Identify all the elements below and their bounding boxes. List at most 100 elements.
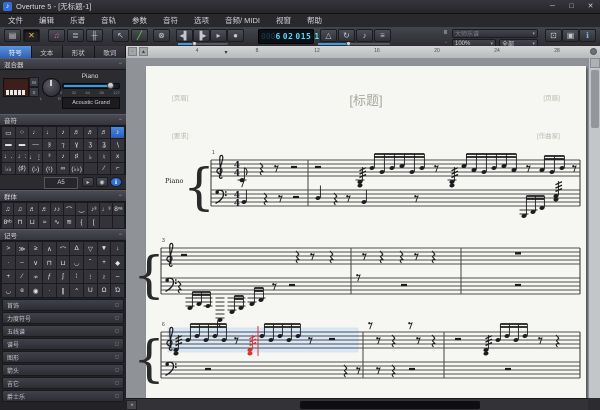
sign-cell[interactable]: Ω bbox=[97, 284, 111, 297]
group-cell[interactable]: ♫ bbox=[14, 203, 26, 215]
note-cell[interactable]: ▬ bbox=[15, 139, 29, 150]
pencil-tool-button[interactable]: ╱ bbox=[131, 29, 148, 42]
step-back-button[interactable]: ◂▌ bbox=[176, 29, 193, 42]
expand-icon[interactable]: ◻ bbox=[115, 328, 119, 334]
ruler-button-1[interactable]: ▲ bbox=[139, 47, 148, 56]
pan-knob[interactable] bbox=[42, 78, 61, 97]
sign-cell[interactable]: – bbox=[15, 256, 29, 269]
sign-cell[interactable]: Ώ bbox=[111, 284, 124, 297]
note-cell[interactable]: ♩: bbox=[15, 151, 29, 162]
group-cell[interactable] bbox=[112, 216, 124, 228]
note-cell[interactable]: ♪ bbox=[56, 151, 70, 162]
note-cell[interactable]: ∖ bbox=[111, 139, 124, 150]
sign-cell[interactable]: ⁝ bbox=[84, 270, 97, 283]
group-cell[interactable]: ≋ bbox=[63, 216, 75, 228]
sign-cell[interactable]: ˘ bbox=[84, 256, 97, 269]
menu-文件[interactable]: 文件 bbox=[0, 14, 31, 27]
sign-cell[interactable]: ƒ bbox=[43, 270, 56, 283]
volume-slider[interactable] bbox=[62, 82, 120, 89]
position-slider[interactable] bbox=[318, 41, 390, 46]
sign-cell[interactable]: ∆ bbox=[70, 242, 83, 255]
note-cell[interactable]: ∞ bbox=[56, 163, 70, 174]
sign-cell[interactable]: ≫ bbox=[15, 242, 29, 255]
expand-icon[interactable]: ◻ bbox=[115, 315, 119, 321]
sign-cell[interactable]: ∧ bbox=[43, 242, 56, 255]
copy-special-button[interactable]: ⊡ bbox=[545, 29, 562, 42]
sign-cell[interactable]: + bbox=[2, 270, 15, 283]
browser-button[interactable]: ▣ bbox=[562, 29, 579, 42]
menu-音轨[interactable]: 音轨 bbox=[93, 14, 124, 27]
page-header-left[interactable]: [页眉] bbox=[172, 92, 189, 102]
group-cell[interactable]: ≈ bbox=[38, 216, 51, 228]
groups-panel-header[interactable]: 群体 − bbox=[0, 190, 126, 202]
ruler-button-0[interactable]: ▫ bbox=[128, 47, 137, 56]
note-cell[interactable]: ♯ bbox=[70, 151, 83, 162]
sign-cell[interactable]: ∥ bbox=[56, 284, 70, 297]
collapse-icon[interactable]: − bbox=[118, 232, 122, 238]
note-cell[interactable]: ⁊ bbox=[56, 139, 70, 150]
menu-帮助[interactable]: 帮助 bbox=[299, 14, 330, 27]
tempo-slider[interactable] bbox=[178, 41, 228, 46]
note-cell[interactable]: ⌐ bbox=[111, 163, 124, 174]
page-header-right[interactable]: [页眉] bbox=[543, 92, 560, 102]
note-cell[interactable]: ∕ bbox=[97, 163, 111, 174]
sign-cell[interactable]: ⌢ bbox=[111, 270, 124, 283]
eraser-tool-button[interactable]: ⊗ bbox=[153, 29, 170, 42]
note-cell[interactable]: x bbox=[111, 151, 124, 162]
group-cell[interactable]: ♪♪ bbox=[51, 203, 63, 215]
horizontal-scroll-thumb[interactable] bbox=[300, 401, 480, 409]
note-cell[interactable]: — bbox=[29, 139, 42, 150]
tab-形状[interactable]: 形状 bbox=[63, 46, 95, 58]
vertical-scrollbar[interactable] bbox=[588, 58, 600, 398]
group-cell[interactable]: ∿ bbox=[51, 216, 63, 228]
panel-谱号[interactable]: 谱号 ◻ bbox=[2, 338, 124, 350]
page-title[interactable]: [标题] bbox=[349, 90, 382, 109]
menu-参数[interactable]: 参数 bbox=[124, 14, 155, 27]
notes-window-button[interactable]: ♫ bbox=[48, 29, 65, 42]
mute-button[interactable]: M bbox=[29, 77, 39, 87]
group-cell[interactable]: { bbox=[75, 216, 88, 228]
info-button[interactable]: ℹ bbox=[579, 29, 596, 42]
step-input-button[interactable]: ≡ bbox=[374, 29, 391, 42]
expand-icon[interactable]: ◻ bbox=[115, 393, 119, 399]
music-system-6[interactable]: {6 bbox=[133, 318, 586, 398]
step-forward-button[interactable]: ▐▸ bbox=[193, 29, 210, 42]
sign-cell[interactable]: ∫ bbox=[56, 270, 70, 283]
note-cell[interactable]: (♯) bbox=[15, 163, 29, 174]
menu-音频/ MIDI[interactable]: 音频/ MIDI bbox=[217, 14, 268, 27]
tab-文本[interactable]: 文本 bbox=[31, 46, 63, 58]
tab-符号[interactable]: 符号 bbox=[0, 46, 32, 58]
mixer-panel-header[interactable]: 混合器 − bbox=[0, 58, 126, 70]
tools-button[interactable]: ✕ bbox=[23, 29, 40, 42]
group-cell[interactable]: ‿ bbox=[75, 203, 88, 215]
sign-cell[interactable]: ▼ bbox=[97, 242, 111, 255]
collapse-icon[interactable]: − bbox=[118, 61, 122, 67]
sign-cell[interactable]: ↓ bbox=[111, 242, 124, 255]
menu-编辑[interactable]: 编辑 bbox=[31, 14, 62, 27]
note-cell[interactable]: ³ bbox=[43, 151, 56, 162]
panel-爵士乐[interactable]: 爵士乐 ◻ bbox=[2, 390, 124, 402]
sign-cell[interactable]: > bbox=[2, 242, 15, 255]
grace-note-button[interactable]: ♪ bbox=[356, 29, 373, 42]
print-button[interactable]: ▤ bbox=[4, 29, 21, 42]
note-cell[interactable]: ♬ bbox=[84, 127, 97, 138]
group-cell[interactable]: ⌒ bbox=[63, 203, 75, 215]
vertical-scroll-thumb[interactable] bbox=[591, 70, 599, 128]
horizontal-scrollbar[interactable]: ◂ bbox=[126, 398, 588, 410]
panel-箭头[interactable]: 箭头 ◻ bbox=[2, 364, 124, 376]
menu-视窗[interactable]: 视窗 bbox=[268, 14, 299, 27]
note-cell[interactable]: ʒ bbox=[84, 139, 97, 150]
note-info-button[interactable]: ℹ bbox=[110, 177, 122, 187]
sign-cell[interactable]: ◆ bbox=[111, 256, 124, 269]
sign-cell[interactable]: ◡ bbox=[2, 284, 15, 297]
note-cell[interactable] bbox=[84, 163, 97, 174]
menu-音符[interactable]: 音符 bbox=[155, 14, 186, 27]
group-cell[interactable]: ♩³ bbox=[100, 203, 112, 215]
group-cell[interactable]: 8ᵛᵇ bbox=[2, 216, 14, 228]
note-cell[interactable]: ♪ bbox=[56, 127, 70, 138]
group-cell[interactable]: ♬ bbox=[38, 203, 51, 215]
mixer-window-button[interactable]: ╫ bbox=[86, 29, 103, 42]
sign-cell[interactable]: ⌒ bbox=[56, 242, 70, 255]
close-button[interactable]: ✕ bbox=[581, 1, 600, 13]
note-cell[interactable]: (♮) bbox=[43, 163, 56, 174]
